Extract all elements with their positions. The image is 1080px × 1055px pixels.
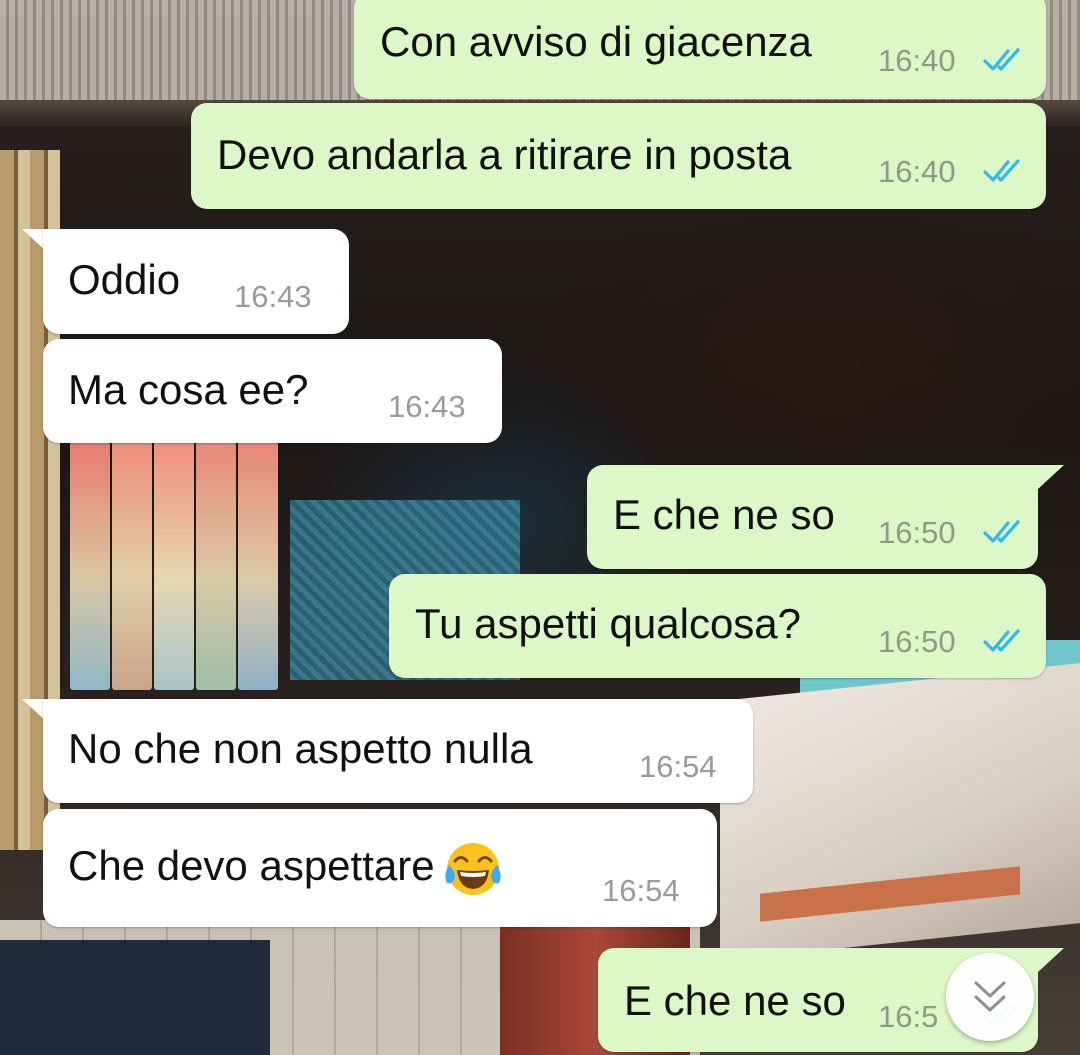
chat-message-list[interactable]: Con avviso di giacenza 16:40 Devo andarl… xyxy=(0,0,1080,1055)
message-bubble-outgoing[interactable]: Con avviso di giacenza 16:40 xyxy=(354,0,1046,99)
message-text: No che non aspetto nulla xyxy=(68,725,533,772)
message-text: Che devo aspettare xyxy=(68,839,503,899)
message-time: 16:40 xyxy=(878,43,956,78)
face-with-tears-of-joy-icon xyxy=(444,843,501,895)
message-text: Oddio xyxy=(68,256,181,303)
double-check-icon xyxy=(983,629,1020,652)
message-bubble-outgoing[interactable]: Tu aspetti qualcosa? 16:50 xyxy=(389,574,1046,678)
message-time: 16:5 xyxy=(878,999,939,1034)
message-text: E che ne so xyxy=(624,977,846,1024)
message-text-content: Che devo aspettare xyxy=(68,842,435,890)
message-time: 16:43 xyxy=(388,389,466,424)
message-time: 16:50 xyxy=(878,515,956,550)
double-check-icon xyxy=(983,159,1020,182)
scroll-to-bottom-button[interactable] xyxy=(946,953,1034,1041)
bubble-tail xyxy=(1038,465,1064,489)
message-bubble-incoming[interactable]: Che devo aspettare 16:54 xyxy=(43,809,717,927)
double-check-icon xyxy=(983,520,1020,543)
message-bubble-outgoing[interactable]: E che ne so 16:50 xyxy=(587,465,1038,569)
message-bubble-incoming[interactable]: Ma cosa ee? 16:43 xyxy=(43,339,502,443)
message-time: 16:43 xyxy=(234,279,312,314)
message-text: Tu aspetti qualcosa? xyxy=(415,600,802,647)
message-bubble-incoming[interactable]: No che non aspetto nulla 16:54 xyxy=(43,699,753,803)
message-text: E che ne so xyxy=(613,491,835,538)
message-text: Devo andarla a ritirare in posta xyxy=(217,131,792,178)
message-text: Con avviso di giacenza xyxy=(380,18,812,65)
bubble-tail xyxy=(1038,948,1064,972)
message-time: 16:54 xyxy=(639,749,717,784)
double-check-icon xyxy=(983,48,1020,71)
message-bubble-incoming[interactable]: Oddio 16:43 xyxy=(43,229,349,334)
message-time: 16:40 xyxy=(878,154,956,189)
message-time: 16:50 xyxy=(878,624,956,659)
message-text: Ma cosa ee? xyxy=(68,366,309,413)
message-bubble-outgoing[interactable]: Devo andarla a ritirare in posta 16:40 xyxy=(191,103,1046,209)
message-time: 16:54 xyxy=(602,873,680,908)
double-chevron-down-icon xyxy=(974,981,1006,1012)
